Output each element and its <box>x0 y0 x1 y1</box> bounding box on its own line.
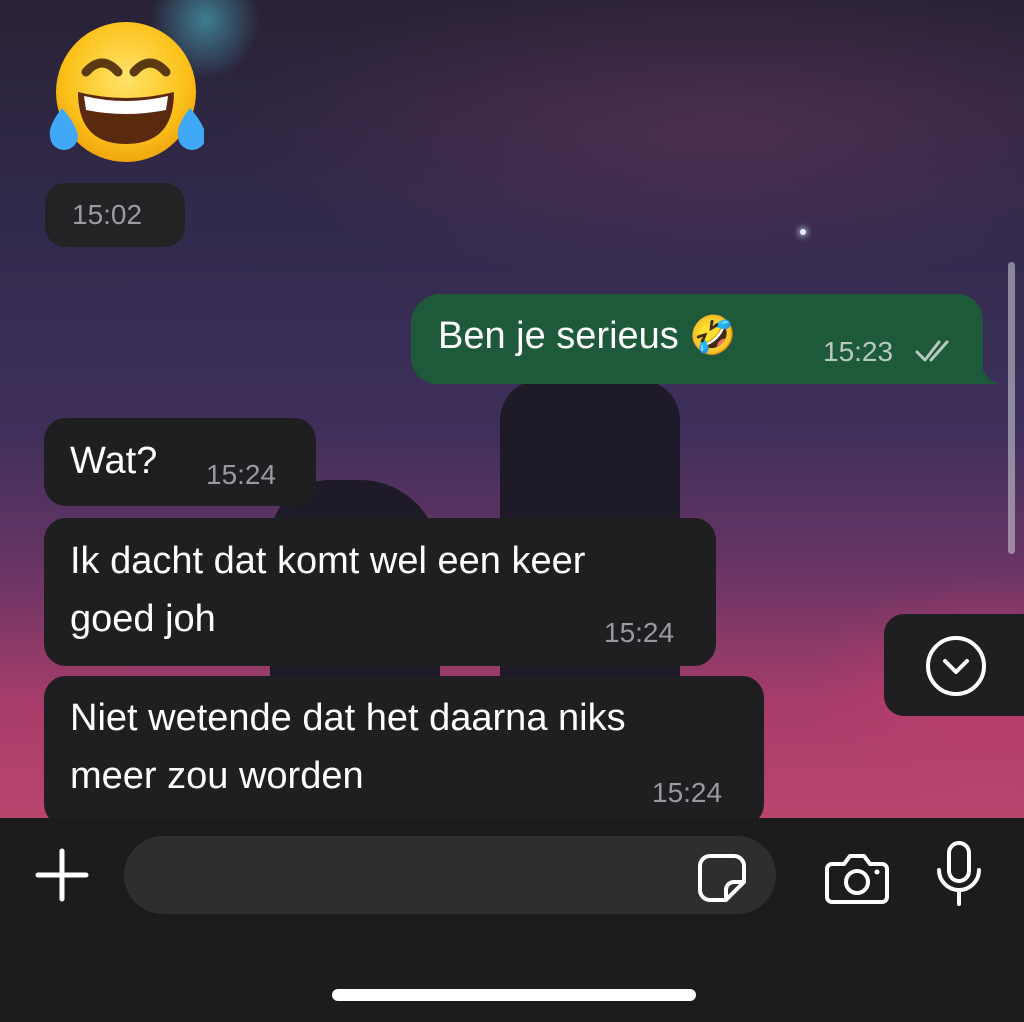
message-text-line: meer zou worden <box>70 755 364 797</box>
outgoing-message-bubble[interactable]: Ben je serieus 🤣 15:23 <box>411 294 999 384</box>
plus-icon[interactable] <box>32 845 92 905</box>
message-text-line: goed joh <box>70 598 216 640</box>
incoming-message-bubble[interactable]: Niet wetende dat het daarna niks meer zo… <box>44 676 764 826</box>
message-text-line: Niet wetende dat het daarna niks <box>70 697 626 739</box>
message-input[interactable] <box>124 836 776 914</box>
laughing-tears-emoji[interactable] <box>48 20 204 166</box>
emoji-message-time: 15:02 <box>45 183 185 247</box>
message-text: Ben je serieus 🤣 <box>438 315 737 357</box>
scrollbar[interactable] <box>1008 262 1015 554</box>
incoming-message-bubble[interactable]: Wat? 15:24 <box>44 418 316 506</box>
timestamp: 15:24 <box>206 459 277 490</box>
scroll-to-bottom-button[interactable] <box>884 614 1024 716</box>
chevron-down-circle-icon <box>926 636 986 696</box>
timestamp: 15:24 <box>604 617 675 648</box>
message-text: Wat? <box>70 440 158 482</box>
incoming-message-bubble[interactable]: Ik dacht dat komt wel een keer goed joh … <box>44 518 716 666</box>
timestamp: 15:24 <box>652 777 723 808</box>
microphone-icon[interactable] <box>934 840 984 910</box>
wallpaper-star <box>800 229 806 235</box>
camera-icon[interactable] <box>824 850 890 906</box>
message-text-line: Ik dacht dat komt wel een keer <box>70 540 586 582</box>
bubble-tail <box>969 358 999 384</box>
sticker-icon[interactable] <box>696 852 748 904</box>
home-indicator[interactable] <box>332 989 696 1001</box>
double-check-icon <box>915 340 949 362</box>
timestamp: 15:02 <box>72 199 143 230</box>
timestamp: 15:23 <box>823 336 894 367</box>
